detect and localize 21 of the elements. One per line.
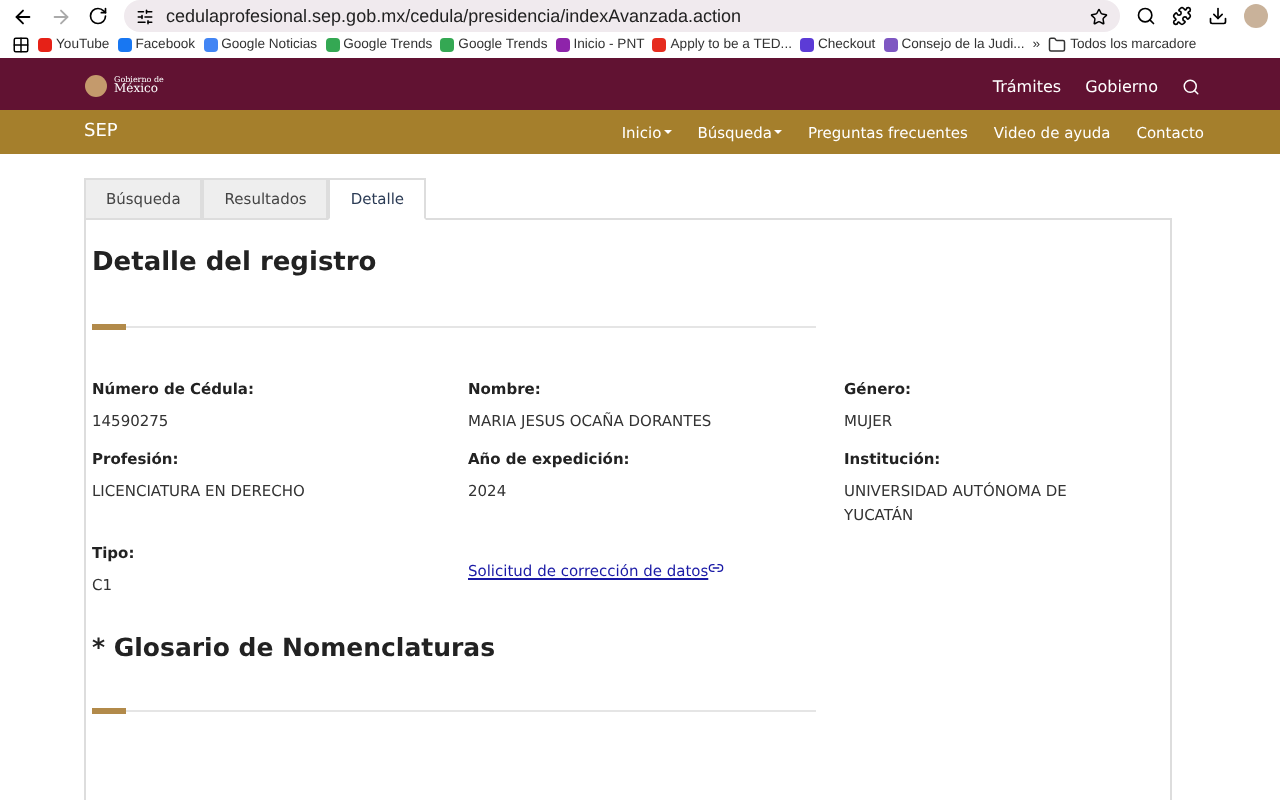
- search-icon[interactable]: [1136, 6, 1156, 27]
- url-text: cedulaprofesional.sep.gob.mx/cedula/presidencia/indexAvanzada.action: [166, 6, 744, 27]
- caret-icon: [663, 130, 672, 135]
- header-link[interactable]: Trámites: [992, 77, 1062, 96]
- emblem-icon: [84, 74, 108, 99]
- puzzle-icon[interactable]: [1172, 6, 1192, 27]
- caret-icon: [774, 130, 782, 135]
- header-link[interactable]: Gobierno: [1085, 77, 1158, 96]
- site-settings-icon[interactable]: [136, 7, 154, 26]
- link-icon: [708, 559, 725, 576]
- download-icon[interactable]: [1208, 6, 1228, 27]
- address-bar[interactable]: cedulaprofesional.sep.gob.mx/cedula/presidencia/indexAvanzada.action: [124, 0, 1120, 33]
- reload-icon[interactable]: [88, 6, 108, 27]
- search-icon[interactable]: [1182, 77, 1200, 96]
- brand-text: SEP: [84, 122, 120, 143]
- back-icon[interactable]: [12, 5, 34, 28]
- section-title: Detalle del registro: [92, 248, 379, 278]
- apps-icon[interactable]: [12, 36, 30, 55]
- section-title: * Glosario de Nomenclaturas: [92, 632, 498, 662]
- folder-icon: [1048, 36, 1067, 55]
- star-icon[interactable]: [1090, 7, 1108, 26]
